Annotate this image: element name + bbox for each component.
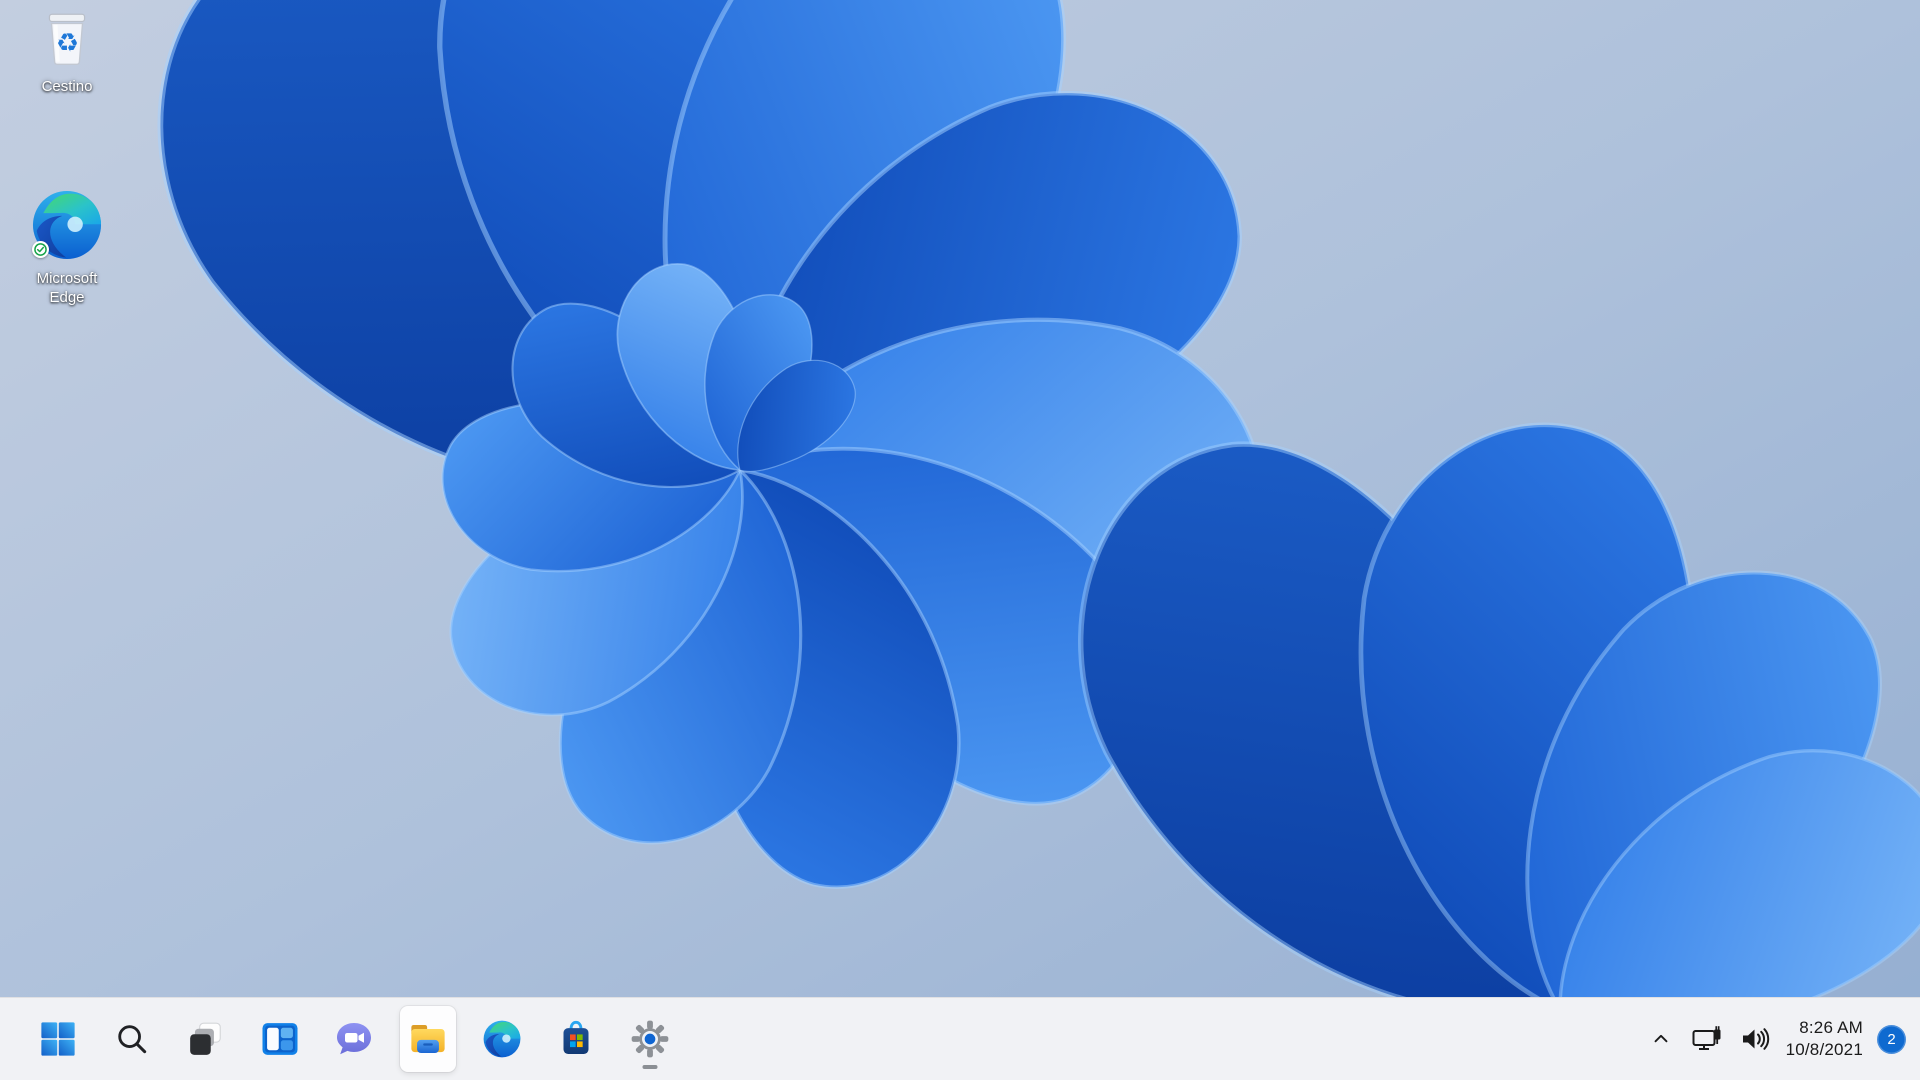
- task-view-button[interactable]: [178, 1006, 234, 1072]
- store-icon: [563, 1020, 589, 1054]
- settings-icon: [631, 1020, 669, 1058]
- system-tray: 8:26 AM 10/8/2021 2: [1646, 998, 1920, 1080]
- windows-start-icon: [41, 1022, 75, 1056]
- widgets-button[interactable]: [252, 1006, 308, 1072]
- search-button[interactable]: [104, 1006, 160, 1072]
- tray-overflow-button[interactable]: [1646, 1015, 1676, 1063]
- clock-date: 10/8/2021: [1785, 1040, 1863, 1059]
- network-button[interactable]: [1690, 1015, 1724, 1063]
- edge-button[interactable]: [474, 1006, 530, 1072]
- taskbar: 8:26 AM 10/8/2021 2: [0, 997, 1920, 1080]
- running-app-indicator: [642, 1065, 658, 1069]
- volume-icon: [1742, 1028, 1769, 1050]
- volume-button[interactable]: [1738, 1015, 1772, 1063]
- recycle-bin-icon: ♻: [37, 8, 97, 70]
- edge-icon: [483, 1020, 521, 1058]
- edge-icon: [30, 188, 104, 262]
- chat-button[interactable]: [326, 1006, 382, 1072]
- widgets-icon: [262, 1023, 298, 1055]
- chat-icon: [337, 1023, 371, 1055]
- wallpaper-bloom: [0, 0, 1920, 1080]
- network-icon: [1692, 1026, 1721, 1050]
- start-button[interactable]: [30, 1006, 86, 1072]
- settings-button[interactable]: [622, 1006, 678, 1072]
- desktop-icon-label: Cestino: [41, 78, 93, 95]
- desktop-icon-label: Microsoft Edge: [36, 270, 98, 306]
- sync-check-icon: [32, 241, 49, 258]
- chevron-up-icon: [1654, 1034, 1667, 1043]
- svg-text:♻: ♻: [56, 28, 79, 58]
- clock[interactable]: 8:26 AM 10/8/2021: [1786, 1017, 1863, 1061]
- file-explorer-icon: [411, 1025, 445, 1053]
- taskbar-app-area: [0, 1006, 678, 1072]
- desktop-icon-microsoft-edge[interactable]: Microsoft Edge: [15, 188, 119, 307]
- clock-time: 8:26 AM: [1799, 1018, 1863, 1037]
- notification-badge[interactable]: 2: [1877, 1024, 1906, 1054]
- search-icon: [118, 1025, 147, 1054]
- microsoft-store-button[interactable]: [548, 1006, 604, 1072]
- task-view-icon: [190, 1022, 221, 1055]
- file-explorer-button[interactable]: [400, 1006, 456, 1072]
- desktop-icon-recycle-bin[interactable]: ♻ Cestino: [15, 8, 119, 96]
